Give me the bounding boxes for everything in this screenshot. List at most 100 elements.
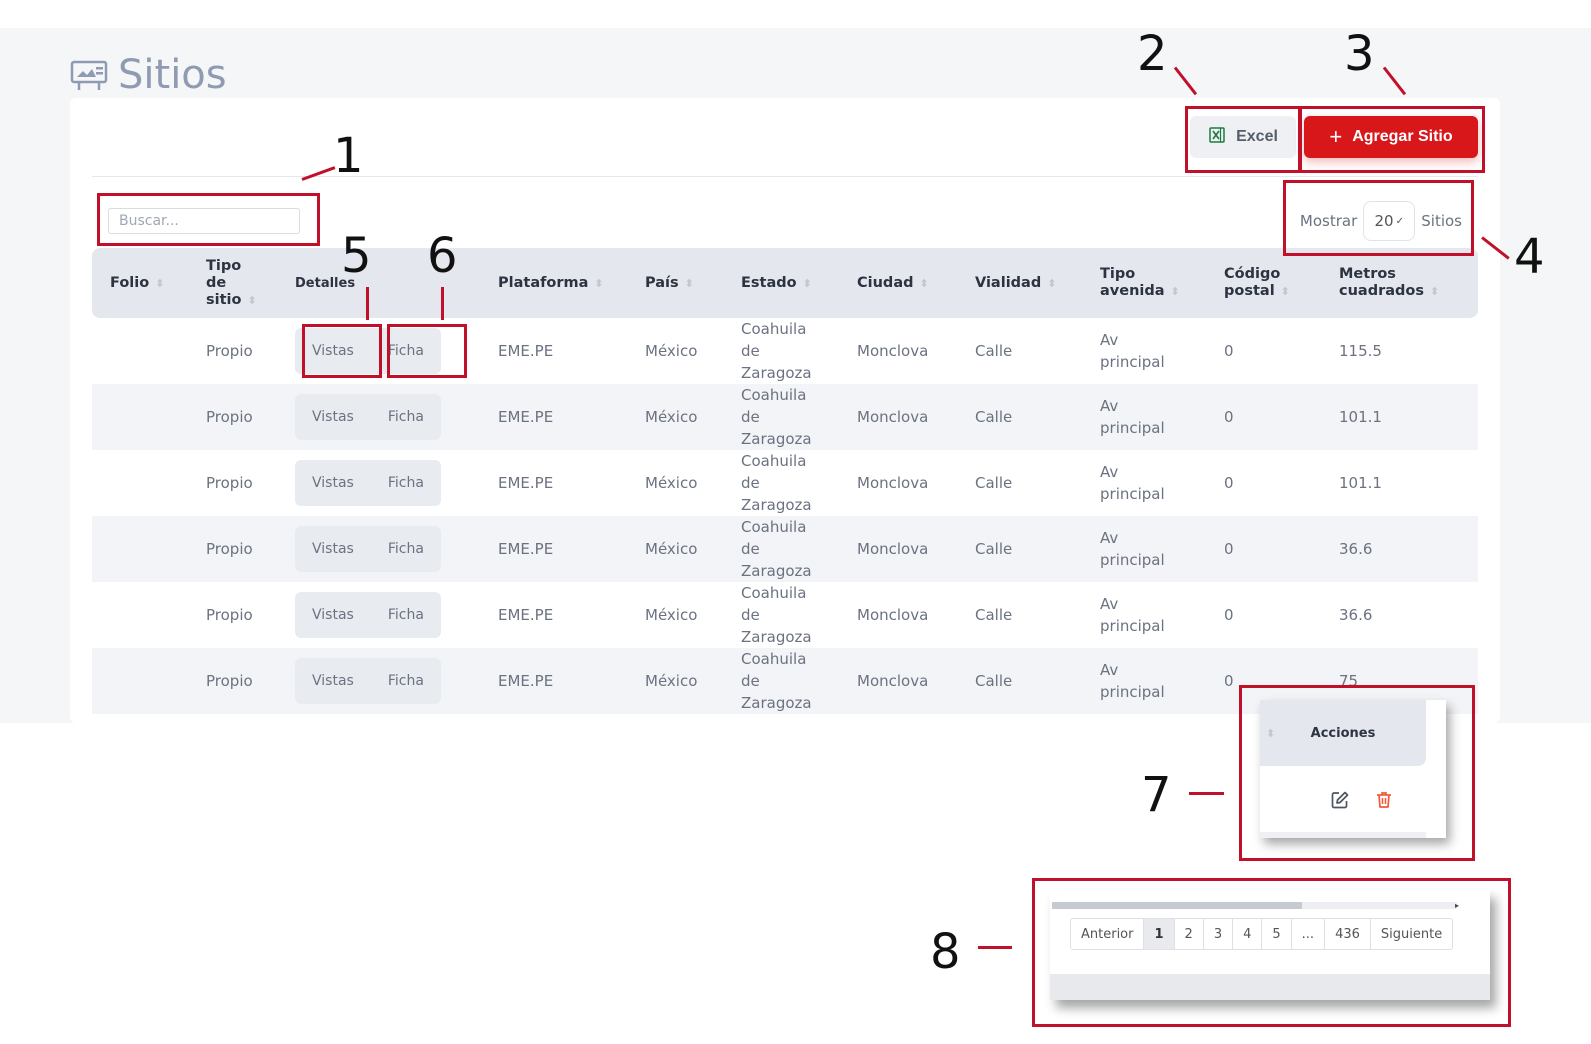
cell-ciudad: Monclova — [857, 408, 929, 426]
ficha-button[interactable]: Ficha — [371, 394, 441, 440]
cell-folio — [92, 450, 188, 516]
table-header-row: Folio ⬍ Tipo de sitio ⬍ Detalles Plataforma ⬍… — [92, 248, 1478, 318]
callout-number-5: 5 — [341, 228, 372, 284]
sites-table: Folio ⬍ Tipo de sitio ⬍ Detalles Plataforma ⬍… — [92, 248, 1478, 723]
cell-vialidad: Calle — [975, 606, 1013, 624]
details-button-group: Vistas Ficha — [295, 658, 441, 704]
monitor-chart-icon — [70, 58, 108, 92]
cell-tipo-avenida: Av principal — [1100, 661, 1165, 701]
cell-vialidad: Calle — [975, 540, 1013, 558]
page-title: Sitios — [70, 52, 227, 98]
cell-codigo-postal: 0 — [1224, 342, 1234, 360]
cell-ciudad: Monclova — [857, 672, 929, 690]
details-button-group: Vistas Ficha — [295, 460, 441, 506]
cell-tipo — [188, 714, 277, 723]
callout-box-4 — [1283, 180, 1474, 256]
table-row: Propio Vistas Ficha EME.PE México Coahuil… — [92, 582, 1478, 648]
cell-estado: Coahuila de Zaragoza — [741, 650, 812, 712]
details-button-group: Vistas Ficha — [295, 526, 441, 572]
cell-folio — [92, 318, 188, 384]
details-button-group: Vistas Ficha — [295, 592, 441, 638]
vistas-button[interactable]: Vistas — [295, 592, 371, 638]
cell-pais: México — [645, 408, 698, 426]
cell-plataforma: EME.PE — [498, 474, 554, 492]
cell-tipo-avenida: Av principal — [1100, 331, 1165, 371]
sort-icon: ⬍ — [155, 276, 165, 290]
cell-tipo-avenida: Av principal — [1100, 595, 1165, 635]
sort-icon: ⬍ — [1170, 285, 1180, 298]
vistas-button[interactable]: Vistas — [295, 460, 371, 506]
details-button-group: Vistas Ficha — [295, 394, 441, 440]
cell-estado: Coahuila de Zaragoza — [741, 518, 812, 580]
sort-icon: ⬍ — [1047, 276, 1057, 290]
cell-plataforma: EME.PE — [498, 408, 554, 426]
page-title-text: Sitios — [118, 52, 227, 98]
callout-number-1: 1 — [333, 128, 364, 184]
callout-number-6: 6 — [427, 228, 458, 284]
cell-tipo: Propio — [206, 540, 253, 558]
header-ciudad[interactable]: Ciudad ⬍ — [839, 248, 957, 318]
cell-plataforma: EME.PE — [498, 342, 554, 360]
cell-ciudad: Monclova — [857, 474, 929, 492]
header-tipo-sitio[interactable]: Tipo de sitio ⬍ — [188, 248, 277, 318]
cell-metros: 101.1 — [1339, 474, 1382, 492]
cell-detalles — [277, 714, 480, 723]
header-tipo-avenida[interactable]: Tipo avenida ⬍ — [1082, 248, 1206, 318]
cell-vialidad — [957, 714, 1082, 723]
cell-tipo: Propio — [206, 606, 253, 624]
header-folio[interactable]: Folio ⬍ — [92, 248, 188, 318]
header-plataforma[interactable]: Plataforma ⬍ — [480, 248, 627, 318]
cell-estado: Coahuila de Zaragoza — [741, 386, 812, 448]
sort-icon: ⬍ — [594, 276, 604, 290]
header-pais[interactable]: País ⬍ — [627, 248, 723, 318]
sort-icon: ⬍ — [1430, 285, 1440, 298]
cell-vialidad: Calle — [975, 408, 1013, 426]
cell-pais: México — [645, 672, 698, 690]
table-row: Propio Vistas Ficha EME.PE México Coahuil… — [92, 318, 1478, 384]
callout-box-6 — [387, 324, 467, 378]
cell-tipo: Propio — [206, 474, 253, 492]
cell-plataforma: EME.PE — [498, 540, 554, 558]
callout-box-5 — [302, 324, 382, 378]
cell-pais: México — [645, 606, 698, 624]
cell-codigo-postal: 0 — [1224, 474, 1234, 492]
callout-line-8 — [978, 946, 1012, 949]
vistas-button[interactable]: Vistas — [295, 394, 371, 440]
cell-detalles: Vistas Ficha — [277, 450, 480, 516]
ficha-button[interactable]: Ficha — [371, 592, 441, 638]
header-estado[interactable]: Estado ⬍ — [723, 248, 839, 318]
cell-metros: 36.6 — [1339, 540, 1373, 558]
header-metros-cuadrados[interactable]: Metros cuadrados ⬍ — [1321, 248, 1478, 318]
sort-icon: ⬍ — [684, 276, 694, 290]
cell-ciudad: Monclova — [857, 540, 929, 558]
cell-tipo-avenida — [1082, 714, 1206, 723]
cell-estado: Coahuila de Zaragoza — [741, 584, 812, 646]
callout-number-3: 3 — [1344, 26, 1375, 82]
callout-number-8: 8 — [930, 924, 961, 980]
sort-icon: ⬍ — [1280, 285, 1290, 298]
cell-pais: México — [645, 474, 698, 492]
header-codigo-postal[interactable]: Código postal ⬍ — [1206, 248, 1321, 318]
cell-pais: México — [645, 342, 698, 360]
ficha-button[interactable]: Ficha — [371, 658, 441, 704]
cell-folio — [92, 648, 188, 714]
callout-number-2: 2 — [1137, 26, 1168, 82]
cell-pais — [627, 714, 723, 723]
cell-detalles: Vistas Ficha — [277, 582, 480, 648]
callout-line-5 — [366, 287, 369, 320]
cell-plataforma: EME.PE — [498, 672, 554, 690]
ficha-button[interactable]: Ficha — [371, 526, 441, 572]
callout-box-1 — [97, 193, 320, 246]
cell-detalles: Vistas Ficha — [277, 516, 480, 582]
cell-codigo-postal: 0 — [1224, 540, 1234, 558]
cell-vialidad: Calle — [975, 672, 1013, 690]
vistas-button[interactable]: Vistas — [295, 526, 371, 572]
ficha-button[interactable]: Ficha — [371, 460, 441, 506]
cell-metros: 101.1 — [1339, 408, 1382, 426]
header-vialidad[interactable]: Vialidad ⬍ — [957, 248, 1082, 318]
sort-icon: ⬍ — [247, 293, 257, 307]
cell-estado: Coahuila de Zaragoza — [741, 320, 812, 382]
cell-folio — [92, 384, 188, 450]
vistas-button[interactable]: Vistas — [295, 658, 371, 704]
cell-tipo: Propio — [206, 342, 253, 360]
